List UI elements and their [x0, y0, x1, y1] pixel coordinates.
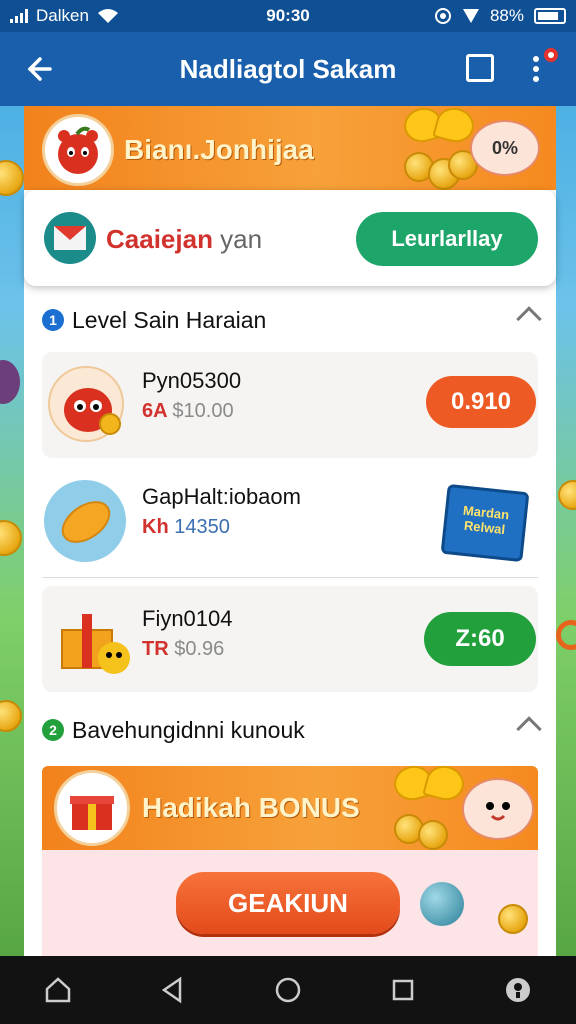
more-menu-button[interactable] [518, 46, 560, 90]
divider [42, 577, 538, 578]
chevron-up-icon[interactable] [516, 716, 542, 742]
promo-label-gray: yan [212, 224, 263, 254]
nav-home-circle-icon[interactable] [268, 970, 308, 1010]
navigation-bar [0, 956, 576, 1024]
left-coin-icon [0, 160, 24, 196]
promo-card: Caaiejan yan Leurlarllay [24, 190, 556, 286]
apple-character-icon [58, 126, 98, 174]
list-item[interactable]: Fiyn0104 TR $0.96 Z:60 [42, 586, 538, 692]
section-title: Bavehungidnni kunouk [72, 716, 305, 743]
coin-icon [418, 820, 448, 850]
home-icon[interactable] [38, 970, 78, 1010]
promo-label-red: Caaiejan [106, 224, 213, 254]
section-header-1[interactable]: 1 Level Sain Haraian [24, 294, 556, 346]
battery-icon [534, 8, 566, 24]
bonus-action-button[interactable]: GEAKIUN [176, 872, 400, 934]
pink-character-icon [462, 778, 534, 840]
gift-box-character-icon [56, 600, 136, 680]
chevron-up-icon[interactable] [516, 306, 542, 332]
list-item[interactable]: Pyn05300 6A $10.00 0.910 [42, 352, 538, 458]
section-number-badge: 2 [42, 719, 64, 741]
gift-avatar [54, 770, 130, 846]
bonus-title: Hadikah BONUS [142, 792, 360, 823]
item-sub-value: 14350 [174, 516, 230, 538]
nav-back-icon[interactable] [153, 970, 193, 1010]
item-sub-red: 6A [142, 400, 173, 422]
bonus-banner[interactable]: Hadikah BONUS [42, 766, 538, 850]
left-coin-icon [0, 700, 22, 732]
recent-apps-icon[interactable] [383, 970, 423, 1010]
item-name: GapHalt:iobaom [142, 484, 301, 509]
shopping-bag-icon[interactable]: Mardan Relwal [440, 483, 530, 563]
section-title: Level Sain Haraian [72, 306, 267, 333]
square-window-button[interactable] [466, 54, 494, 82]
item-sub-red: Kh [142, 516, 175, 538]
red-bird-avatar-icon [48, 366, 124, 442]
item-action-button[interactable]: Z:60 [424, 612, 536, 666]
app-bar: Nadliagtol Sakam [0, 32, 576, 106]
notification-dot-icon [542, 46, 560, 64]
bag-label: Mardan Relwal [462, 502, 510, 538]
envelope-icon [44, 212, 96, 264]
item-sub-value: $10.00 [172, 400, 234, 422]
gift-bow-icon [404, 108, 474, 148]
banner-title: Bianı.Jonhijaa [124, 134, 314, 165]
right-coin-icon [558, 480, 576, 510]
assistant-icon[interactable] [498, 970, 538, 1010]
status-bar: Dalken 90:30 88% [0, 0, 576, 32]
right-ring-icon [556, 620, 576, 650]
promo-action-button[interactable]: Leurlarllay [356, 212, 538, 266]
section-header-2[interactable]: 2 Bavehungidnni kunouk [24, 704, 556, 756]
orange-leaf-icon [44, 480, 126, 562]
gift-box-icon [70, 796, 114, 830]
gift-bow-icon [394, 766, 464, 806]
item-sub-value: $0.96 [174, 638, 225, 660]
item-name: Pyn05300 [142, 368, 242, 393]
coin-icon [498, 904, 528, 934]
top-banner[interactable]: Bianı.Jonhijaa 0% [24, 106, 556, 190]
left-coin-icon [0, 520, 22, 556]
item-sub-red: TR [142, 638, 175, 660]
item-name: Fiyn0104 [142, 606, 233, 631]
section-number-badge: 1 [42, 309, 64, 331]
item-action-button[interactable]: 0.910 [426, 376, 536, 428]
teal-ball-icon [420, 882, 464, 926]
back-arrow-icon [27, 57, 52, 81]
clock: 90:30 [266, 6, 310, 25]
percent-badge: 0% [470, 120, 540, 176]
list-item[interactable]: GapHalt:iobaom Kh 14350 Mardan Relwal [42, 466, 538, 572]
red-character-avatar [42, 114, 114, 186]
back-button[interactable] [0, 32, 76, 106]
left-plant-icon [0, 360, 20, 404]
